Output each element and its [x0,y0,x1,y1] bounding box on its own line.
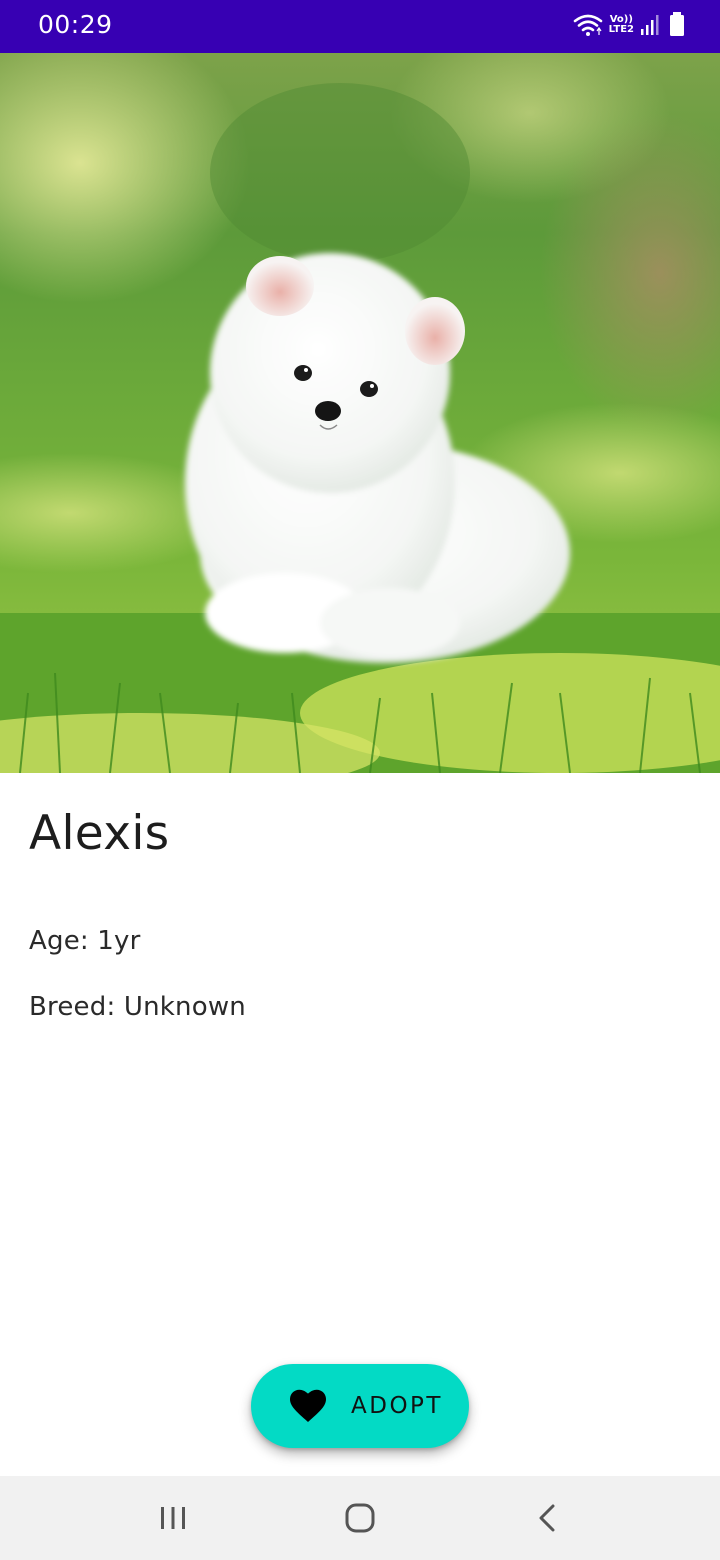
status-icons: Vo)) LTE2 [573,12,686,38]
status-bar: 00:29 Vo)) LTE2 [0,0,720,53]
pet-name: Alexis [29,806,170,861]
network-bottom-label: LTE2 [608,24,634,35]
puppy-photo [0,53,720,773]
status-time: 00:29 [38,10,113,39]
lte-icon: Vo)) LTE2 [609,15,634,35]
pet-breed: Breed: Unknown [29,992,246,1022]
back-icon[interactable] [528,1498,568,1538]
pet-age: Age: 1yr [29,926,141,956]
wifi-icon [573,14,602,36]
battery-icon [670,12,684,36]
adopt-label: ADOPT [351,1393,443,1419]
signal-icon [641,15,659,35]
pet-detail-screen: 00:29 Vo)) LTE2 Alexis Age: 1yr Breed: U… [0,0,720,1560]
navigation-bar [0,1476,720,1560]
pet-photo [0,53,720,773]
recent-apps-icon[interactable] [153,1498,193,1538]
heart-icon [290,1389,326,1422]
home-icon[interactable] [340,1498,380,1538]
adopt-button[interactable]: ADOPT [251,1364,469,1448]
